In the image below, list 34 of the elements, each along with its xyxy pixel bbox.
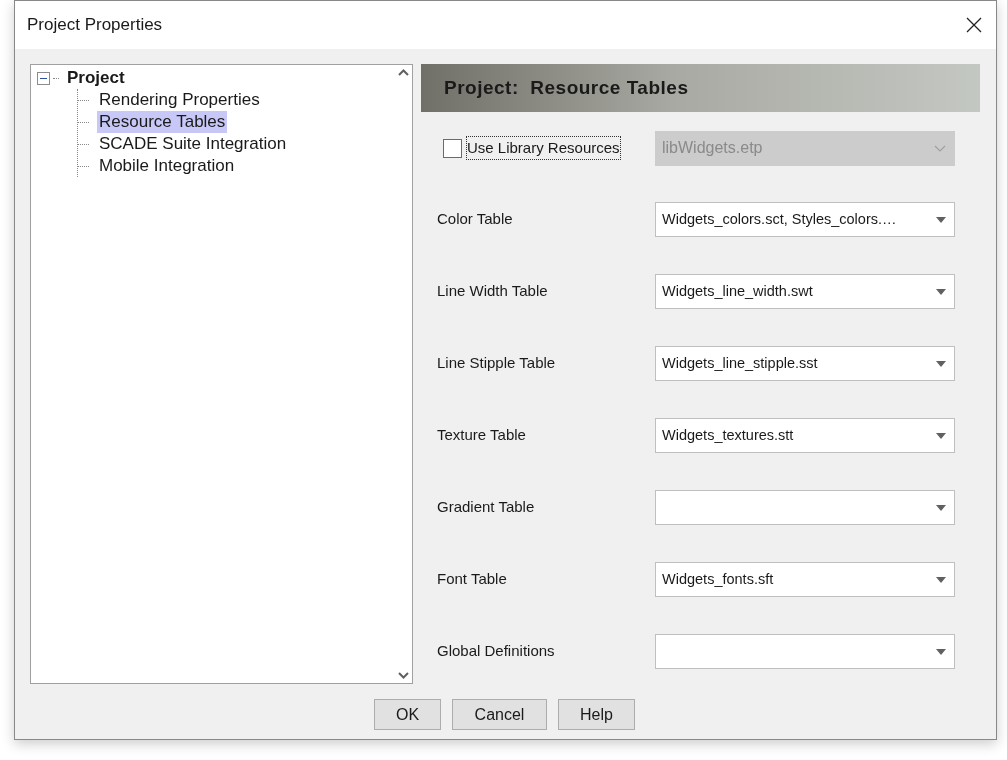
dropdown-arrow-icon [936,360,946,367]
tree-item[interactable]: SCADE Suite Integration [97,133,289,155]
field-label: Font Table [436,569,508,590]
table-dropdown[interactable]: Widgets_textures.stt [655,418,955,453]
chevron-down-icon [934,144,946,152]
field-label: Line Width Table [436,281,549,302]
field-label: Gradient Table [436,497,536,518]
dropdown-arrow-icon [936,432,946,439]
field-label: Texture Table [436,425,527,446]
tree-item[interactable]: Mobile Integration [97,155,237,177]
dropdown-arrow-icon [936,504,946,511]
table-dropdown[interactable]: Widgets_colors.sct, Styles_colors.… [655,202,955,237]
panel-title: Project: Resource Tables [444,75,689,100]
scroll-up-icon[interactable] [398,69,409,76]
scroll-down-icon[interactable] [398,672,409,679]
table-dropdown[interactable]: Widgets_line_width.swt [655,274,955,309]
field-label: Color Table [436,209,514,230]
tree-item[interactable]: Rendering Properties [97,89,262,111]
collapse-icon[interactable] [37,71,50,85]
close-icon[interactable] [966,17,982,33]
dropdown-arrow-icon [936,288,946,295]
field-label: Line Stipple Table [436,353,557,374]
dialog-button[interactable]: Cancel [452,699,547,730]
table-dropdown[interactable]: Widgets_line_stipple.sst [655,346,955,381]
field-label: Global Definitions [436,641,556,662]
dialog-button[interactable]: OK [374,699,441,730]
window-title: Project Properties [27,14,163,37]
dialog-button[interactable]: Help [558,699,635,730]
table-dropdown[interactable]: Widgets_fonts.sft [655,562,955,597]
dropdown-arrow-icon [936,576,946,583]
dropdown-arrow-icon [936,648,946,655]
tree-item[interactable]: Project [65,67,127,89]
tree-item[interactable]: Resource Tables [97,111,228,133]
dropdown-arrow-icon [936,216,946,223]
